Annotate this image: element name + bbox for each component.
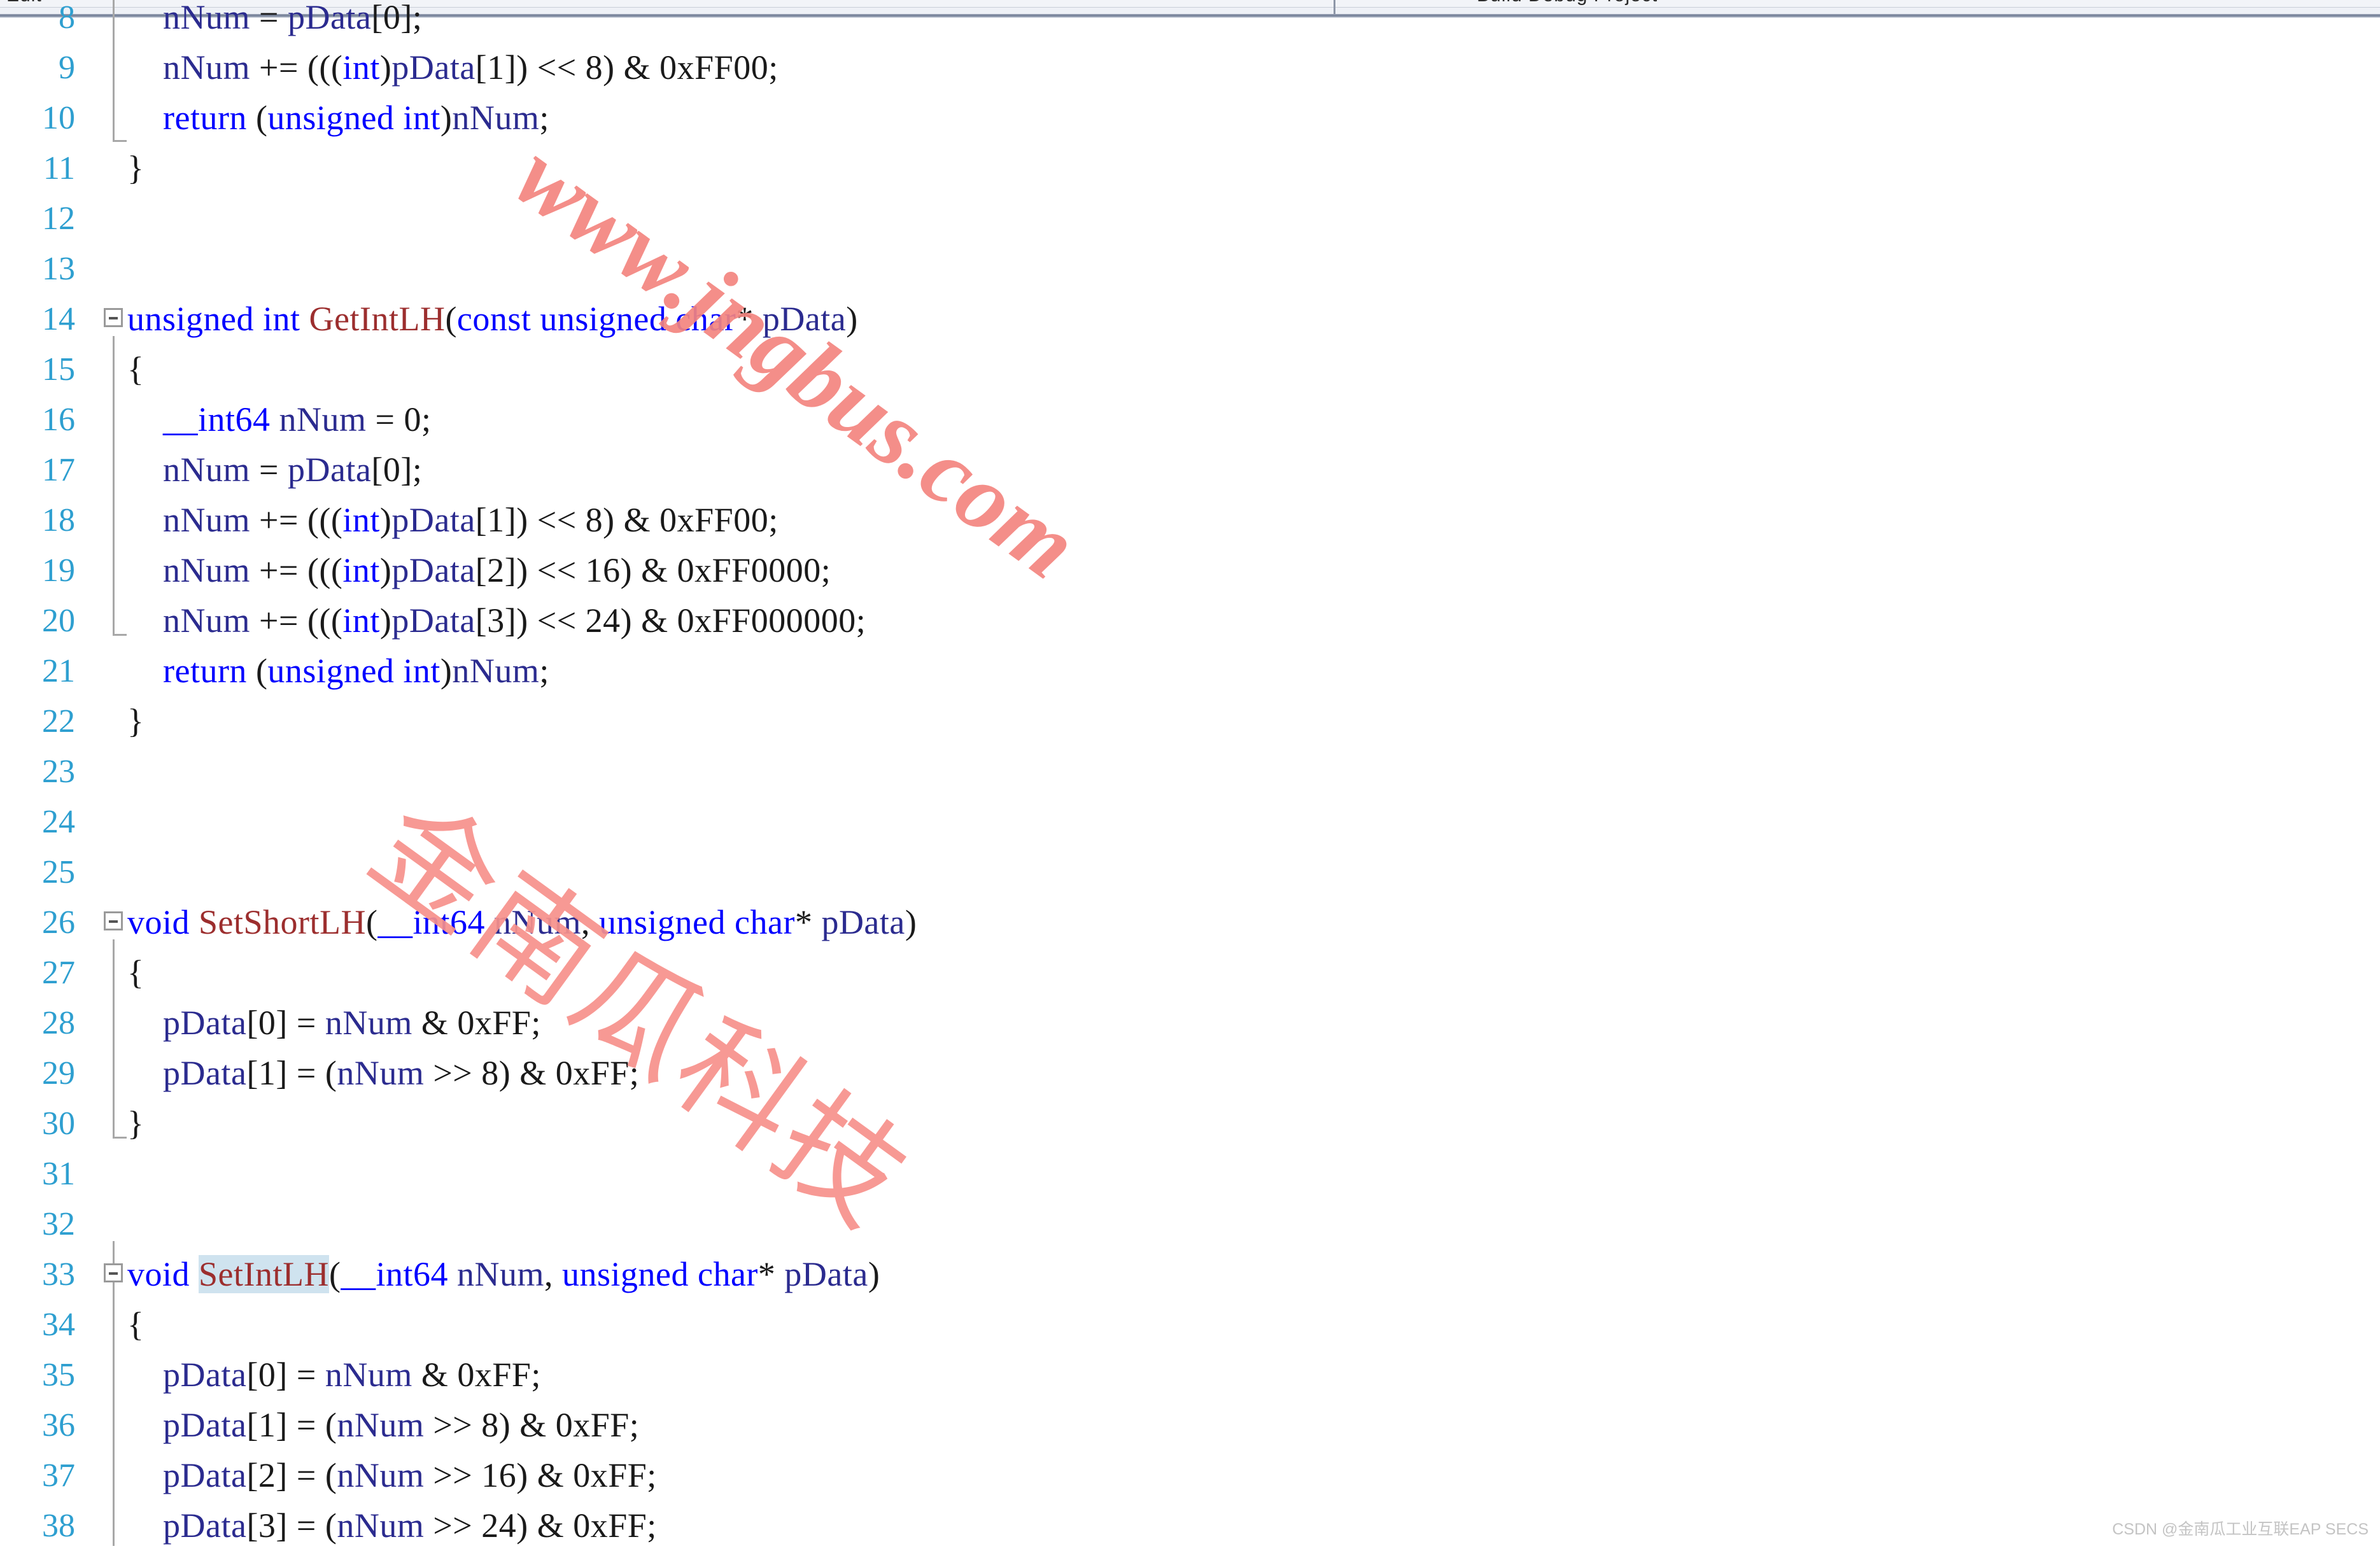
code-line[interactable]: 22 } bbox=[0, 696, 2380, 747]
line-content[interactable]: nNum += (((int)pData[1]) << 8) & 0xFF00; bbox=[127, 43, 778, 93]
line-content[interactable]: pData[3] = (nNum >> 24) & 0xFF; bbox=[127, 1501, 657, 1551]
code-line[interactable]: 17 nNum = pData[0]; bbox=[0, 445, 2380, 495]
line-content[interactable]: { bbox=[127, 948, 144, 998]
line-number: 25 bbox=[42, 854, 75, 890]
code-editor[interactable]: 8 nNum = pData[0]; 9 nNum += (((int)pDat… bbox=[0, 0, 2380, 1546]
code-line[interactable]: 21 return (unsigned int)nNum; bbox=[0, 646, 2380, 696]
code-line[interactable]: 18 nNum += (((int)pData[1]) << 8) & 0xFF… bbox=[0, 495, 2380, 545]
line-number: 12 bbox=[42, 200, 75, 237]
line-number: 10 bbox=[42, 100, 75, 136]
line-content[interactable]: } bbox=[127, 143, 144, 193]
line-number: 28 bbox=[42, 1005, 75, 1041]
line-content[interactable]: pData[0] = nNum & 0xFF; bbox=[127, 1350, 541, 1400]
line-number: 38 bbox=[42, 1508, 75, 1544]
code-line[interactable]: 34 { bbox=[0, 1300, 2380, 1350]
line-number: 37 bbox=[42, 1457, 75, 1494]
code-line[interactable]: 15 { bbox=[0, 344, 2380, 395]
line-number: 23 bbox=[42, 754, 75, 790]
fold-collapse-icon[interactable] bbox=[104, 1263, 123, 1282]
code-line[interactable]: 16 __int64 nNum = 0; bbox=[0, 395, 2380, 445]
line-number: 8 bbox=[59, 0, 75, 36]
line-content[interactable]: return (unsigned int)nNum; bbox=[127, 646, 549, 696]
code-line[interactable]: 27 { bbox=[0, 948, 2380, 998]
line-content[interactable]: pData[1] = (nNum >> 8) & 0xFF; bbox=[127, 1048, 639, 1098]
code-line[interactable]: 14 unsigned int GetIntLH(const unsigned … bbox=[0, 294, 2380, 344]
line-content[interactable]: pData[0] = nNum & 0xFF; bbox=[127, 998, 541, 1048]
line-number: 24 bbox=[42, 804, 75, 840]
fold-collapse-icon[interactable] bbox=[104, 911, 123, 930]
line-number: 26 bbox=[42, 904, 75, 941]
code-line[interactable]: 25 bbox=[0, 847, 2380, 897]
line-content[interactable]: pData[1] = (nNum >> 8) & 0xFF; bbox=[127, 1400, 639, 1450]
code-line[interactable]: 35 pData[0] = nNum & 0xFF; bbox=[0, 1350, 2380, 1400]
line-number: 16 bbox=[42, 402, 75, 438]
code-line[interactable]: 24 bbox=[0, 797, 2380, 847]
code-line[interactable]: 28 pData[0] = nNum & 0xFF; bbox=[0, 998, 2380, 1048]
line-content[interactable]: pData[2] = (nNum >> 16) & 0xFF; bbox=[127, 1450, 657, 1501]
line-number: 31 bbox=[42, 1156, 75, 1192]
line-content[interactable]: void SetIntLH(__int64 nNum, unsigned cha… bbox=[127, 1249, 880, 1300]
line-number: 29 bbox=[42, 1055, 75, 1091]
line-number: 19 bbox=[42, 552, 75, 589]
line-content[interactable]: return (unsigned int)nNum; bbox=[127, 93, 549, 143]
code-line[interactable]: 23 bbox=[0, 747, 2380, 797]
code-line[interactable]: 8 nNum = pData[0]; bbox=[0, 0, 2380, 43]
code-line[interactable]: 32 bbox=[0, 1199, 2380, 1249]
line-number: 32 bbox=[42, 1206, 75, 1242]
code-line[interactable]: 38 pData[3] = (nNum >> 24) & 0xFF; bbox=[0, 1501, 2380, 1551]
line-content[interactable]: nNum += (((int)pData[2]) << 16) & 0xFF00… bbox=[127, 545, 831, 596]
line-content[interactable]: nNum = pData[0]; bbox=[127, 0, 422, 43]
line-content[interactable]: unsigned int GetIntLH(const unsigned cha… bbox=[127, 294, 858, 344]
code-line[interactable]: 20 nNum += (((int)pData[3]) << 24) & 0xF… bbox=[0, 596, 2380, 646]
code-line[interactable]: 29 pData[1] = (nNum >> 8) & 0xFF; bbox=[0, 1048, 2380, 1098]
code-line[interactable]: 31 bbox=[0, 1149, 2380, 1199]
line-content[interactable]: nNum += (((int)pData[1]) << 8) & 0xFF00; bbox=[127, 495, 778, 545]
csdn-watermark: CSDN @金南瓜工业互联EAP SECS bbox=[2112, 1520, 2369, 1538]
code-line[interactable]: 12 bbox=[0, 193, 2380, 244]
code-line[interactable]: 30 } bbox=[0, 1098, 2380, 1149]
line-number: 18 bbox=[42, 502, 75, 538]
line-number: 20 bbox=[42, 603, 75, 639]
line-number: 13 bbox=[42, 251, 75, 287]
line-number: 33 bbox=[42, 1256, 75, 1293]
code-line[interactable]: 11 } bbox=[0, 143, 2380, 193]
fold-collapse-icon[interactable] bbox=[104, 308, 123, 327]
line-number: 27 bbox=[42, 955, 75, 991]
code-line[interactable]: 10 return (unsigned int)nNum; bbox=[0, 93, 2380, 143]
line-content[interactable]: __int64 nNum = 0; bbox=[127, 395, 431, 445]
code-line[interactable]: 9 nNum += (((int)pData[1]) << 8) & 0xFF0… bbox=[0, 43, 2380, 93]
code-line[interactable]: 37 pData[2] = (nNum >> 16) & 0xFF; bbox=[0, 1450, 2380, 1501]
line-number: 34 bbox=[42, 1307, 75, 1343]
line-number: 15 bbox=[42, 351, 75, 388]
line-number: 35 bbox=[42, 1357, 75, 1393]
line-content[interactable]: { bbox=[127, 344, 144, 395]
line-number: 22 bbox=[42, 703, 75, 740]
line-content[interactable]: void SetShortLH(__int64 nNum, unsigned c… bbox=[127, 897, 917, 948]
line-number: 21 bbox=[42, 653, 75, 689]
line-content[interactable]: } bbox=[127, 696, 144, 747]
line-content[interactable]: nNum += (((int)pData[3]) << 24) & 0xFF00… bbox=[127, 596, 866, 646]
line-content[interactable]: } bbox=[127, 1098, 144, 1149]
line-content[interactable]: nNum = pData[0]; bbox=[127, 445, 422, 495]
code-line[interactable]: 26 void SetShortLH(__int64 nNum, unsigne… bbox=[0, 897, 2380, 948]
line-number: 36 bbox=[42, 1407, 75, 1443]
line-content[interactable]: { bbox=[127, 1300, 144, 1350]
code-line[interactable]: 36 pData[1] = (nNum >> 8) & 0xFF; bbox=[0, 1400, 2380, 1450]
line-number: 11 bbox=[43, 150, 75, 186]
line-number: 30 bbox=[42, 1105, 75, 1142]
selected-token[interactable]: SetIntLH bbox=[199, 1255, 329, 1293]
line-number: 9 bbox=[59, 50, 75, 86]
code-line[interactable]: 13 bbox=[0, 244, 2380, 294]
code-line[interactable]: 33 void SetIntLH(__int64 nNum, unsigned … bbox=[0, 1249, 2380, 1300]
line-number: 17 bbox=[42, 452, 75, 488]
code-line[interactable]: 19 nNum += (((int)pData[2]) << 16) & 0xF… bbox=[0, 545, 2380, 596]
line-number: 14 bbox=[42, 301, 75, 337]
